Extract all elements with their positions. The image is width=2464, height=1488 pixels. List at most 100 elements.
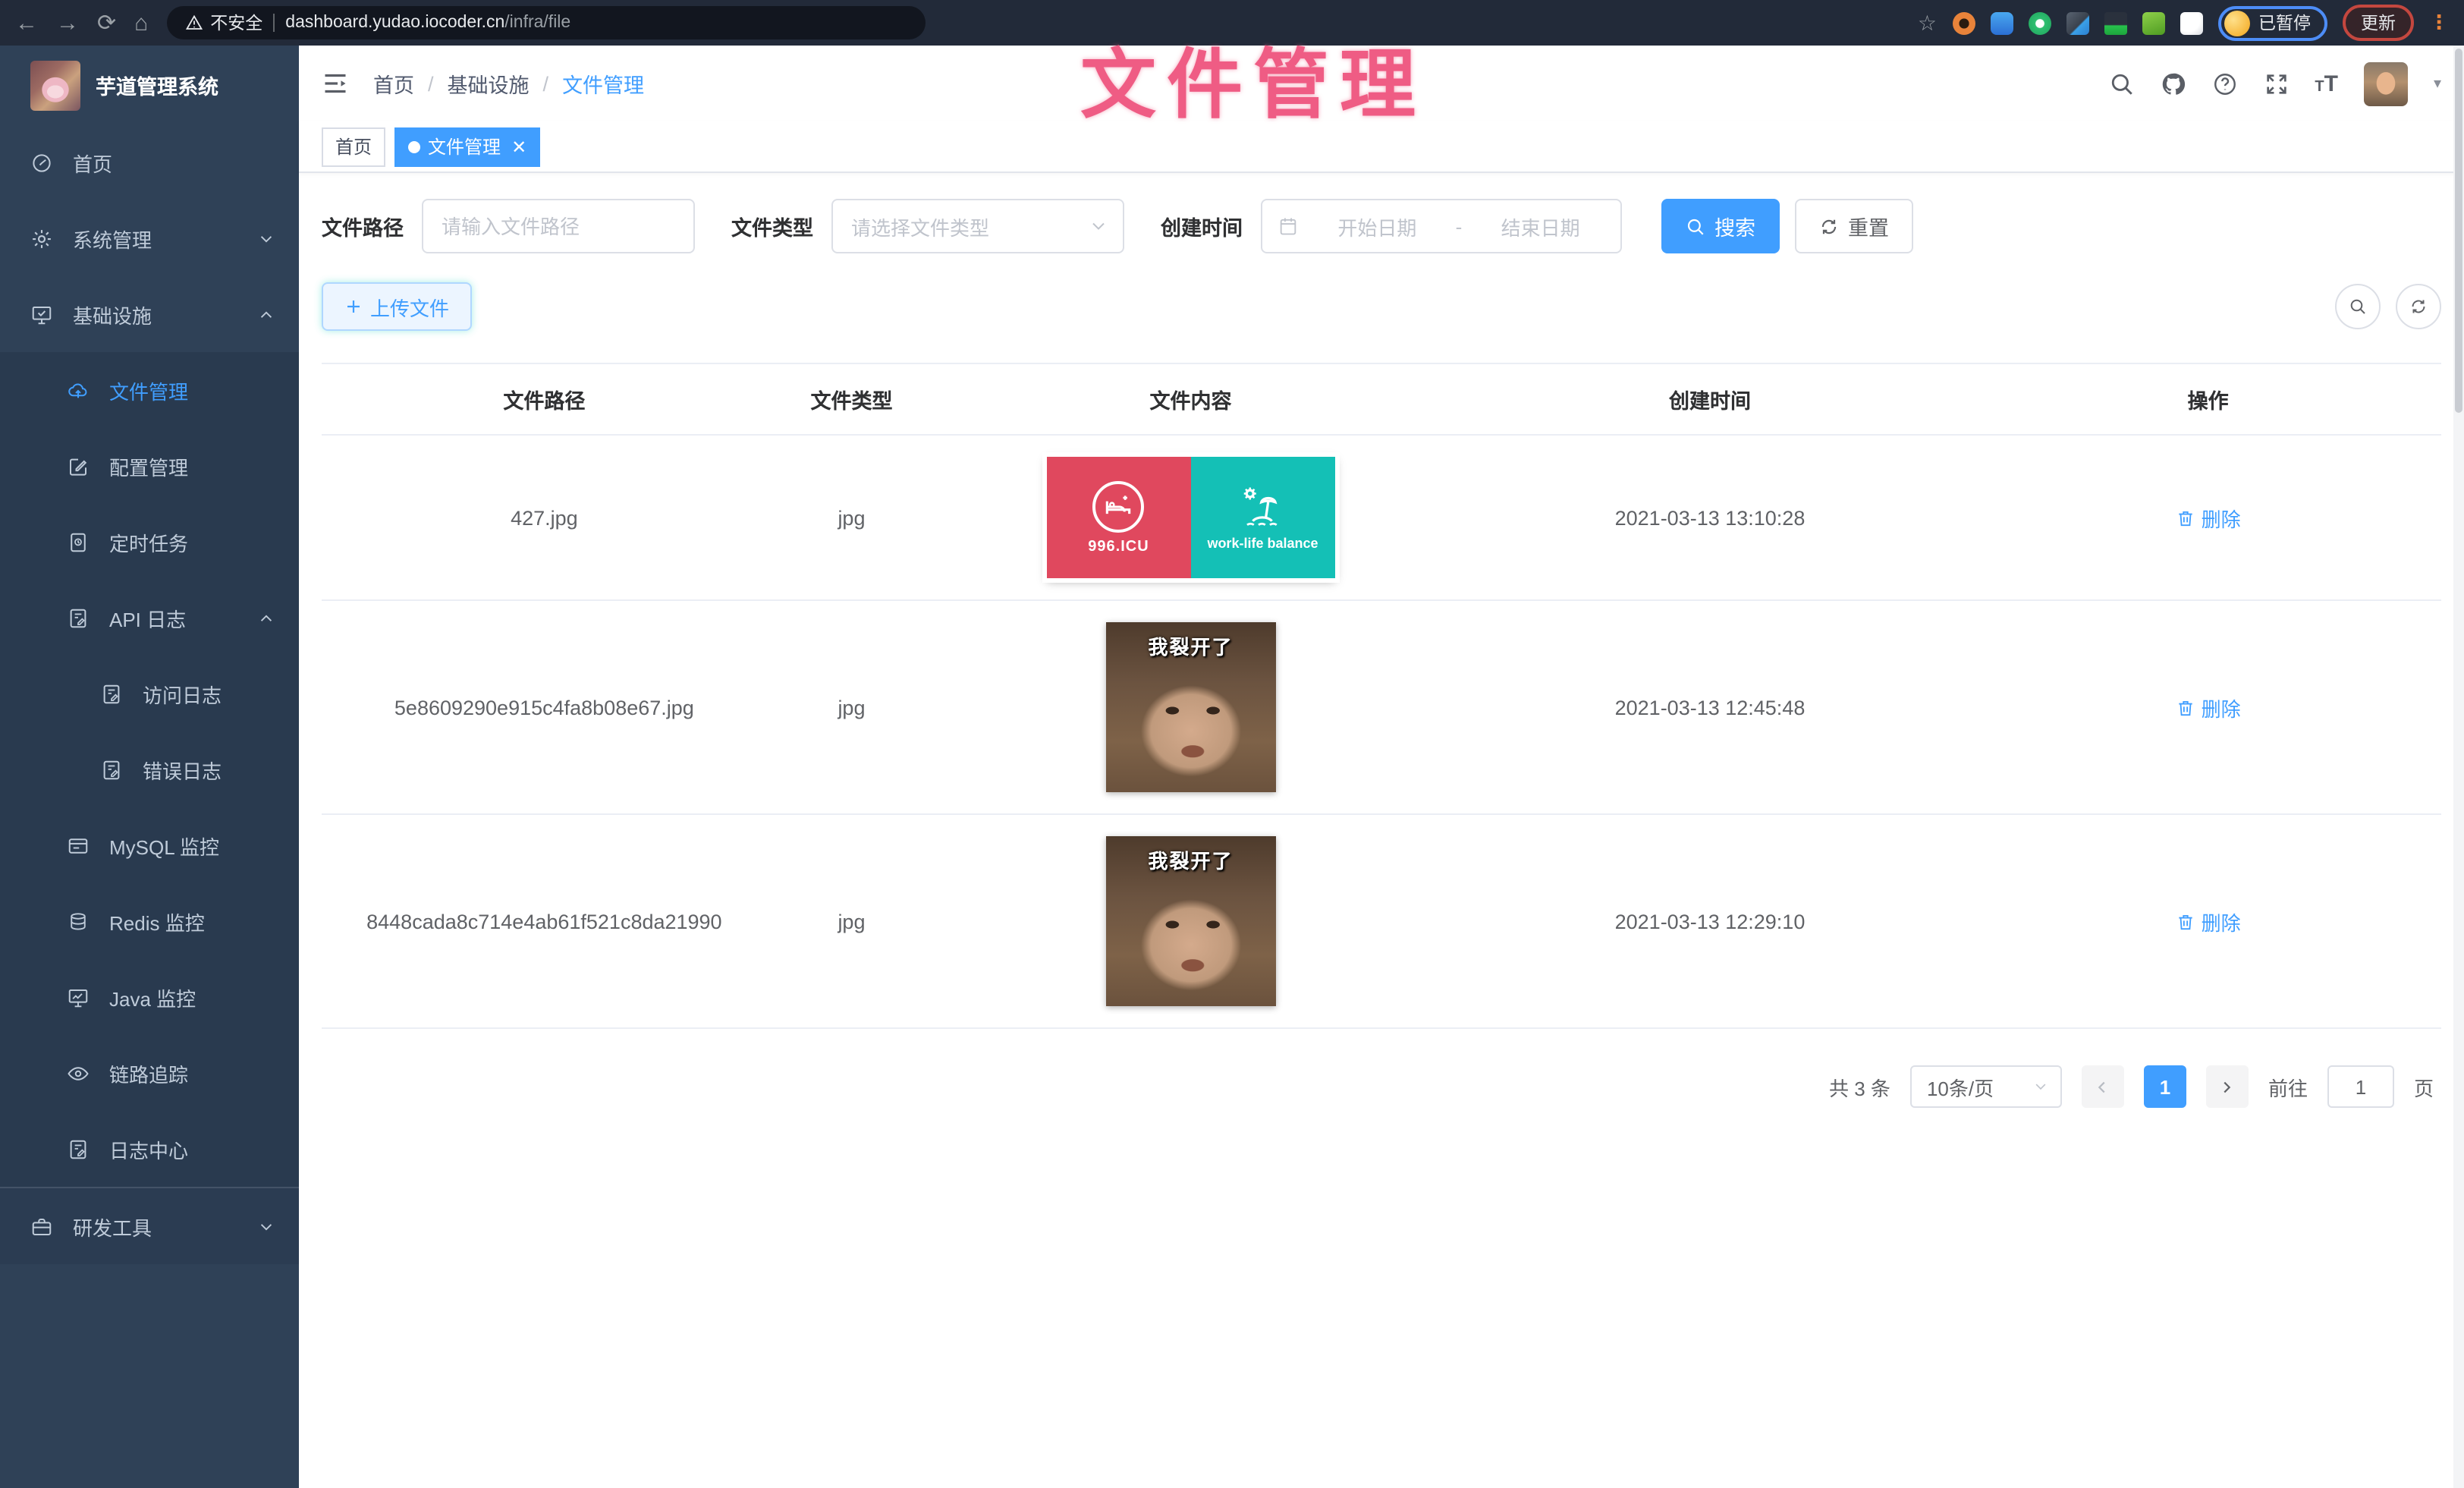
file-preview-meme[interactable]: 我裂开了 [1105,622,1275,792]
search-button[interactable]: 搜索 [1661,199,1780,253]
extension-icon[interactable] [2142,11,2164,34]
bookmark-star-icon[interactable]: ☆ [1918,12,1937,33]
file-type-select[interactable]: 请选择文件类型 [831,199,1124,253]
delete-button[interactable]: 删除 [2176,907,2241,936]
meme-caption: 我裂开了 [1105,845,1275,874]
sidebar-item-file-manage[interactable]: 文件管理 [0,352,299,428]
reset-button-label: 重置 [1848,211,1889,241]
scrollbar-thumb[interactable] [2455,49,2462,413]
date-range-picker[interactable]: 开始日期 - 结束日期 [1261,199,1622,253]
file-preview-996icu[interactable]: 996.ICU work-life balance [1046,457,1334,578]
gear-icon [30,227,53,250]
sidebar-item-redis[interactable]: Redis 监控 [0,883,299,959]
forward-icon[interactable]: → [56,11,79,34]
breadcrumb-current[interactable]: 文件管理 [562,68,644,99]
security-warning[interactable]: 不安全 [184,11,262,35]
hamburger-icon[interactable] [322,70,349,97]
page-scrollbar[interactable] [2453,46,2464,1488]
extension-icon[interactable] [1990,11,2013,34]
refresh-table-button[interactable] [2396,284,2441,329]
tab-file-manage[interactable]: 文件管理 ✕ [394,127,540,166]
profile-avatar [2224,10,2249,36]
screen: ← → ⟳ ⌂ 不安全 dashboard.yudao.iocoder.cn/i… [0,0,2464,1488]
sidebar-item-log-center[interactable]: 日志中心 [0,1111,299,1187]
col-actions: 操作 [1975,363,2441,435]
user-avatar[interactable] [2364,61,2408,105]
file-type-label: 文件类型 [731,211,813,241]
banner-left: 996.ICU [1046,457,1190,578]
sidebar-item-access-log[interactable]: 访问日志 [0,656,299,731]
sidebar-item-system[interactable]: 系统管理 [0,200,299,276]
extensions-puzzle-icon[interactable] [2180,11,2202,34]
cloud-upload-icon [67,379,90,401]
extension-icon[interactable] [1952,11,1975,34]
cell-file-path: 5e8609290e915c4fa8b08e67.jpg [322,600,767,814]
home-icon[interactable]: ⌂ [134,11,148,34]
sidebar-item-infra[interactable]: 基础设施 [0,276,299,352]
extension-icon[interactable] [2028,11,2051,34]
file-preview-meme[interactable]: 我裂开了 [1105,836,1275,1006]
page-title-watermark: 文件管理 [1080,24,1426,134]
dashboard-icon [30,151,53,174]
goto-page-input[interactable] [2327,1065,2394,1108]
sidebar-item-cron[interactable]: 定时任务 [0,504,299,580]
sidebar-item-devtools[interactable]: 研发工具 [0,1188,299,1264]
sidebar-item-mysql[interactable]: MySQL 监控 [0,807,299,883]
search-icon[interactable] [2108,71,2134,96]
plus-icon [344,297,363,316]
timer-icon [67,530,90,553]
delete-button[interactable]: 删除 [2176,503,2241,532]
cell-file-path: 427.jpg [322,435,767,600]
fullscreen-icon[interactable] [2263,71,2289,96]
prev-page-button[interactable] [2082,1065,2124,1108]
start-date-placeholder: 开始日期 [1312,212,1442,241]
caret-down-icon[interactable]: ▾ [2434,75,2441,92]
sidebar-item-api-log[interactable]: API 日志 [0,580,299,656]
github-icon[interactable] [2160,71,2186,96]
extension-icon[interactable] [2104,11,2126,34]
meme-caption: 我裂开了 [1105,631,1275,660]
reload-icon[interactable]: ⟳ [97,11,116,34]
table-row: 5e8609290e915c4fa8b08e67.jpg jpg 我裂开了 20… [322,600,2441,814]
font-size-icon[interactable]: TT [2315,71,2338,96]
chevron-up-icon [258,609,275,626]
sidebar-logo[interactable]: 芋道管理系统 [0,46,299,124]
cell-created: 2021-03-13 13:10:28 [1445,435,1975,600]
tab-label: 首页 [335,134,372,159]
sidebar-item-config[interactable]: 配置管理 [0,428,299,504]
page-size-select[interactable]: 10条/页 [1910,1065,2062,1108]
chrome-menu-icon[interactable]: ⋮ [2429,11,2449,35]
end-date-placeholder: 结束日期 [1476,212,1605,241]
back-icon[interactable]: ← [15,11,38,34]
toggle-search-button[interactable] [2335,284,2381,329]
breadcrumb-separator: / [543,72,549,95]
next-page-button[interactable] [2206,1065,2249,1108]
sidebar-item-label: 研发工具 [73,1212,152,1241]
help-icon[interactable] [2211,71,2237,96]
file-path-input[interactable] [422,199,695,253]
extension-icon[interactable] [2066,11,2088,34]
tab-home[interactable]: 首页 [322,127,385,166]
update-button[interactable]: 更新 [2343,5,2414,41]
breadcrumb-item[interactable]: 首页 [373,68,414,99]
reset-button[interactable]: 重置 [1795,199,1913,253]
current-page[interactable]: 1 [2144,1065,2186,1108]
profile-paused-pill[interactable]: 已暂停 [2217,5,2327,40]
sidebar-item-error-log[interactable]: 错误日志 [0,731,299,807]
sidebar-item-label: 文件管理 [109,376,188,404]
breadcrumb-item[interactable]: 基础设施 [448,68,530,99]
close-icon[interactable]: ✕ [511,136,526,157]
delete-button[interactable]: 删除 [2176,693,2241,722]
sidebar-item-label: 配置管理 [109,451,188,480]
create-time-label: 创建时间 [1161,211,1243,241]
paused-label: 已暂停 [2258,11,2311,35]
sidebar-item-home[interactable]: 首页 [0,124,299,200]
upload-file-button[interactable]: 上传文件 [322,282,472,331]
col-file-type: 文件类型 [767,363,937,435]
security-label: 不安全 [210,11,262,35]
sidebar-item-java[interactable]: Java 监控 [0,959,299,1035]
breadcrumb-separator: / [428,72,434,95]
sidebar-item-tracing[interactable]: 链路追踪 [0,1035,299,1111]
sidebar-section-devtools: 研发工具 [0,1187,299,1264]
address-bar[interactable]: 不安全 dashboard.yudao.iocoder.cn/infra/fil… [166,6,925,39]
